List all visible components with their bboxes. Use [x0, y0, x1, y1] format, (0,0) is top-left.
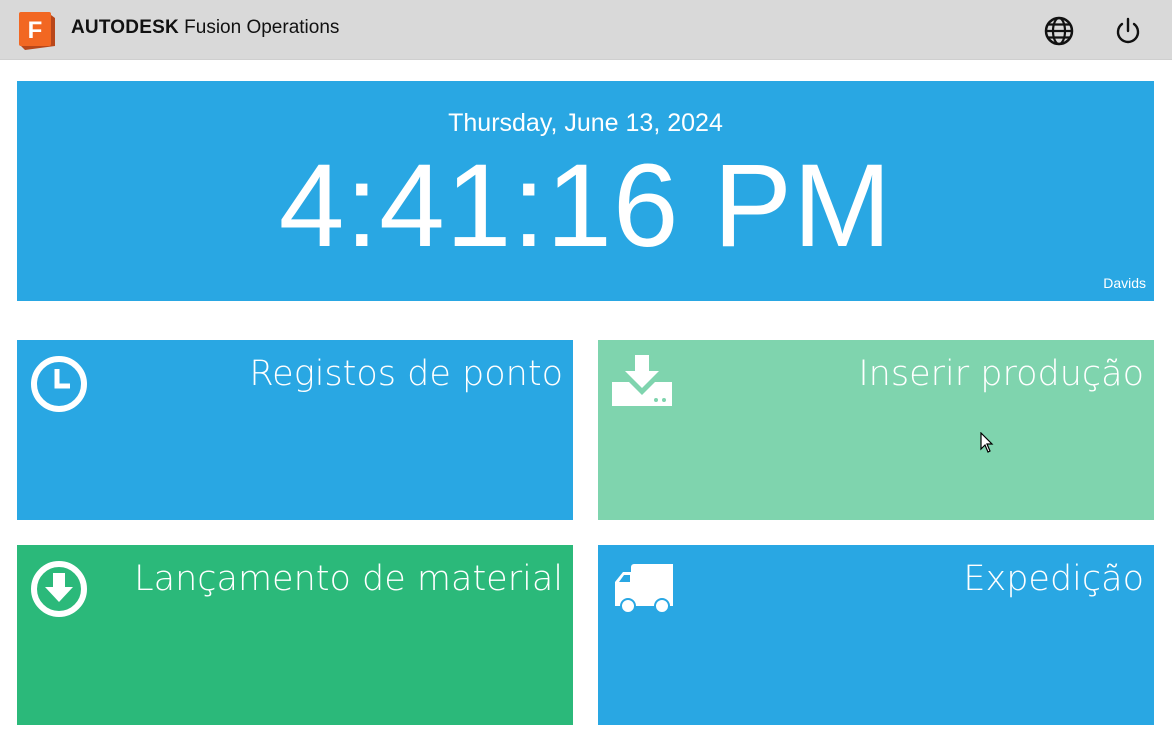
clock-panel: Thursday, June 13, 2024 4:41:16 PM David…: [17, 81, 1154, 301]
mouse-cursor-icon: [980, 432, 994, 453]
arrow-down-circle-icon: [31, 561, 87, 617]
truck-icon: [615, 564, 673, 614]
autodesk-fusion-logo: F: [19, 12, 55, 50]
brand-bold: AUTODESK: [71, 17, 179, 38]
tile-label: Lançamento de material: [134, 559, 563, 599]
current-time: 4:41:16 PM: [278, 140, 893, 272]
product-name: Fusion Operations: [184, 17, 340, 38]
user-name: Davids: [1103, 275, 1146, 291]
globe-icon[interactable]: [1043, 15, 1075, 47]
download-tray-icon: [612, 355, 672, 406]
tile-label: Registos de ponto: [249, 354, 563, 394]
tile-label: Expedição: [963, 559, 1144, 599]
tile-label: Inserir produção: [858, 354, 1144, 394]
current-date: Thursday, June 13, 2024: [448, 109, 723, 137]
tile-registos-de-ponto[interactable]: Registos de ponto: [17, 340, 573, 520]
tile-expedicao[interactable]: Expedição: [598, 545, 1154, 725]
tile-inserir-producao[interactable]: Inserir produção: [598, 340, 1154, 520]
tile-lancamento-de-material[interactable]: Lançamento de material: [17, 545, 573, 725]
power-icon[interactable]: [1112, 15, 1144, 47]
clock-icon: [31, 356, 87, 412]
top-bar: F AUTODESK Fusion Operations: [0, 0, 1172, 60]
svg-text:F: F: [28, 17, 43, 44]
brand-name: AUTODESK Fusion Operations: [71, 17, 339, 39]
